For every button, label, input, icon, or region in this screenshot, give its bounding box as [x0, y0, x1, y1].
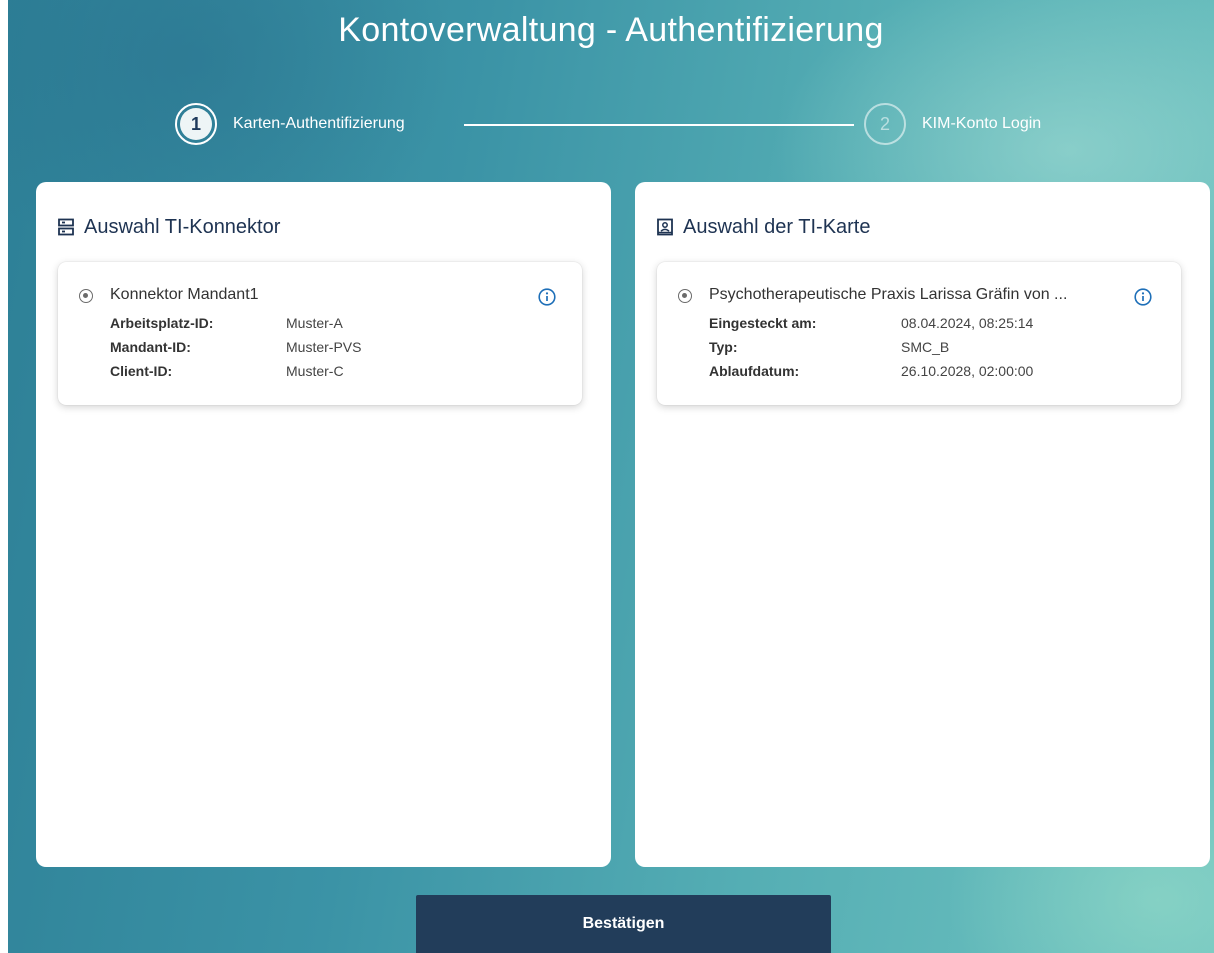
field-value: Muster-C [286, 363, 344, 379]
field-label: Eingesteckt am: [709, 315, 817, 331]
info-icon[interactable] [1134, 288, 1152, 306]
step-1-indicator[interactable]: 1 [175, 103, 217, 145]
field-value: Muster-PVS [286, 339, 362, 355]
step-2-indicator[interactable]: 2 [864, 103, 906, 145]
connector-radio[interactable] [79, 289, 93, 303]
step-connector-line [464, 124, 854, 126]
server-icon [58, 218, 74, 236]
field-label: Arbeitsplatz-ID: [110, 315, 214, 331]
field-value: SMC_B [901, 339, 950, 355]
field-value: 26.10.2028, 02:00:00 [901, 363, 1034, 379]
field-label: Ablaufdatum: [709, 363, 800, 379]
step-2-label: KIM-Konto Login [922, 115, 1042, 132]
step-1-number: 1 [180, 108, 212, 140]
field-label: Mandant-ID: [110, 339, 191, 355]
connector-option[interactable]: Konnektor Mandant1 Arbeitsplatz-ID: Must… [58, 262, 582, 405]
connector-name: Konnektor Mandant1 [110, 286, 259, 303]
card-selection-panel: Auswahl der TI-Karte Psychotherapeutisch… [635, 182, 1210, 867]
connector-panel-title: Auswahl TI-Konnektor [84, 216, 281, 238]
info-icon[interactable] [538, 288, 556, 306]
ti-card-name: Psychotherapeutische Praxis Larissa Gräf… [709, 286, 1068, 303]
connector-panel-header: Auswahl TI-Konnektor [58, 214, 280, 240]
field-value: 08.04.2024, 08:25:14 [901, 315, 1034, 331]
confirm-button[interactable]: Bestätigen [416, 895, 831, 953]
step-1-label: Karten-Authentifizierung [233, 115, 405, 132]
field-label: Client-ID: [110, 363, 173, 379]
ti-card-option[interactable]: Psychotherapeutische Praxis Larissa Gräf… [657, 262, 1181, 405]
page-title: Kontoverwaltung - Authentifizierung [338, 11, 884, 49]
field-value: Muster-A [286, 315, 343, 331]
card-panel-header: Auswahl der TI-Karte [657, 214, 871, 240]
id-card-icon [657, 218, 673, 236]
card-panel-title: Auswahl der TI-Karte [683, 216, 871, 238]
ti-card-radio[interactable] [678, 289, 692, 303]
connector-selection-panel: Auswahl TI-Konnektor Konnektor Mandant1 … [36, 182, 611, 867]
field-label: Typ: [709, 339, 738, 355]
